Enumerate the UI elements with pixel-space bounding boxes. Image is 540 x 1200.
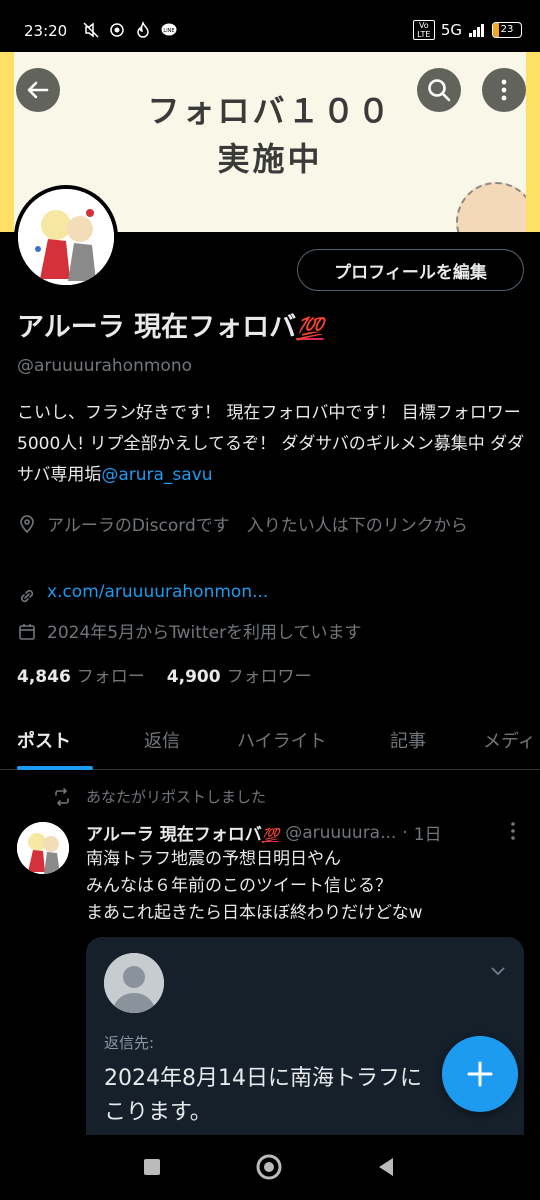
flame-icon — [137, 21, 149, 38]
svg-text:LINE: LINE — [163, 28, 174, 34]
battery-indicator: 23 — [492, 22, 522, 38]
avatar-image — [18, 189, 114, 285]
repost-notice-text: あなたがリポストしました — [86, 788, 267, 806]
repost-notice: あなたがリポストしました — [52, 786, 266, 807]
following-label: フォロー — [76, 667, 145, 687]
tab-articles[interactable]: 記事 — [390, 710, 426, 770]
tab-media[interactable]: メディ — [483, 710, 536, 770]
notification-icons: LINE — [82, 21, 178, 39]
followers-label: フォロワー — [226, 667, 312, 687]
chevron-down-icon — [490, 961, 506, 980]
home-button[interactable] — [253, 1151, 285, 1183]
anime-character-avatar-icon — [18, 189, 114, 285]
following-count: 4,846 — [17, 667, 71, 687]
banner-edge-left — [0, 52, 14, 232]
back-nav-button[interactable] — [370, 1151, 402, 1183]
tweet-author-avatar[interactable] — [17, 822, 69, 874]
default-user-icon — [104, 953, 164, 1013]
profile-location: アルーラのDiscordです 入りたい人は下のリンクから — [17, 510, 517, 542]
join-date-text: 2024年5月からTwitterを利用しています — [47, 623, 362, 643]
website-link[interactable]: x.com/aruuuurahonmon... — [47, 582, 268, 602]
tweet-author-name[interactable]: アルーラ 現在フォロバ💯 — [86, 820, 279, 845]
clock-time: 23:20 — [24, 22, 68, 40]
profile-avatar[interactable] — [14, 185, 118, 289]
reply-to-label: 返信先: — [104, 1034, 155, 1052]
profile-handle: @aruuuurahonmono — [17, 356, 192, 376]
plus-icon — [467, 1061, 493, 1087]
compose-post-button[interactable] — [442, 1036, 518, 1112]
tab-posts[interactable]: ポスト — [17, 710, 71, 770]
display-name-text: アルーラ 現在フォロバ — [17, 312, 297, 343]
triangle-back-icon — [379, 1158, 393, 1176]
search-icon — [428, 79, 451, 102]
followers-count: 4,900 — [166, 667, 221, 687]
circle-home-icon — [256, 1154, 282, 1180]
calendar-icon — [19, 624, 35, 640]
status-bar: 23:20 LINE Vo LTE 5G 23 — [0, 0, 540, 52]
more-options-button[interactable] — [482, 68, 526, 112]
network-type: 5G — [440, 21, 462, 39]
arrow-left-icon — [27, 81, 49, 99]
tab-replies[interactable]: 返信 — [144, 710, 180, 770]
default-avatar — [104, 953, 164, 1013]
followers-link[interactable]: 4,900 フォロワー — [167, 662, 312, 687]
line-app-icon: LINE — [161, 23, 177, 36]
hundred-points-emoji: 💯 — [296, 317, 324, 342]
tweet-text-line: みんなは６年前のこのツイート信じる？ — [86, 876, 392, 896]
target-icon — [110, 23, 124, 37]
tweet-time[interactable]: 1日 — [414, 820, 442, 845]
active-tab-indicator — [17, 766, 93, 770]
more-vertical-icon — [501, 79, 507, 101]
tweet-text-line: 南海トラフ地震の予想日明日やん — [86, 849, 341, 869]
search-button[interactable] — [417, 68, 461, 112]
profile-bio: こいし、フラン好きです！ 現在フォロバ中です！ 目標フォロワー5000人! リプ… — [17, 398, 527, 491]
profile-website[interactable]: x.com/aruuuurahonmon... — [17, 582, 268, 606]
battery-fill — [493, 23, 500, 37]
location-text: アルーラのDiscordです 入りたい人は下のリンクから — [47, 516, 468, 536]
tweet-text: 南海トラフ地震の予想日明日やん みんなは６年前のこのツイート信じる？ まあこれ起… — [86, 846, 526, 927]
following-link[interactable]: 4,846 フォロー — [17, 662, 145, 687]
tweet-author-handle: @aruuuura... — [285, 822, 397, 843]
display-name: アルーラ 現在フォロバ💯 — [17, 305, 324, 344]
tweet-author-name-text: アルーラ 現在フォロバ — [86, 825, 262, 845]
recents-button[interactable] — [136, 1151, 168, 1183]
repost-icon — [55, 787, 69, 806]
more-vertical-icon — [511, 822, 515, 840]
tweet-header: アルーラ 現在フォロバ💯 @aruuuura... · 1日 — [86, 820, 526, 846]
profile-tabs: ポスト 返信 ハイライト 記事 メディ — [0, 710, 540, 770]
bio-mention-link[interactable]: @arura_savu — [101, 465, 212, 485]
hundred-points-emoji: 💯 — [261, 828, 280, 844]
banner-title-line2: 実施中 — [217, 140, 323, 178]
follow-stats: 4,846 フォロー 4,900 フォロワー — [17, 662, 312, 687]
tweet-more-button[interactable] — [505, 820, 521, 842]
back-button[interactable] — [16, 68, 60, 112]
tweet-dot-separator: · — [402, 822, 408, 843]
profile-join-date: 2024年5月からTwitterを利用しています — [17, 618, 362, 643]
signal-icon — [469, 24, 484, 37]
link-icon — [20, 589, 34, 603]
bio-text: こいし、フラン好きです！ 現在フォロバ中です！ 目標フォロワー5000人! リプ… — [17, 403, 525, 485]
location-pin-icon — [20, 515, 34, 534]
system-navigation-bar — [0, 1135, 540, 1200]
anime-character-avatar-icon — [17, 822, 69, 874]
edit-profile-button[interactable]: プロフィールを編集 — [297, 249, 524, 291]
tab-highlights[interactable]: ハイライト — [237, 710, 327, 770]
banner-character-illustration — [456, 182, 526, 232]
system-icons: Vo LTE 5G 23 — [412, 20, 522, 40]
battery-level: 23 — [500, 24, 514, 35]
mute-icon — [83, 22, 99, 38]
volte-badge: Vo LTE — [412, 20, 435, 40]
banner-edge-right — [526, 52, 540, 232]
tweet-text-line: まあこれ起きたら日本ほぼ終わりだけどなw — [86, 903, 423, 923]
square-recents-icon — [144, 1159, 160, 1175]
